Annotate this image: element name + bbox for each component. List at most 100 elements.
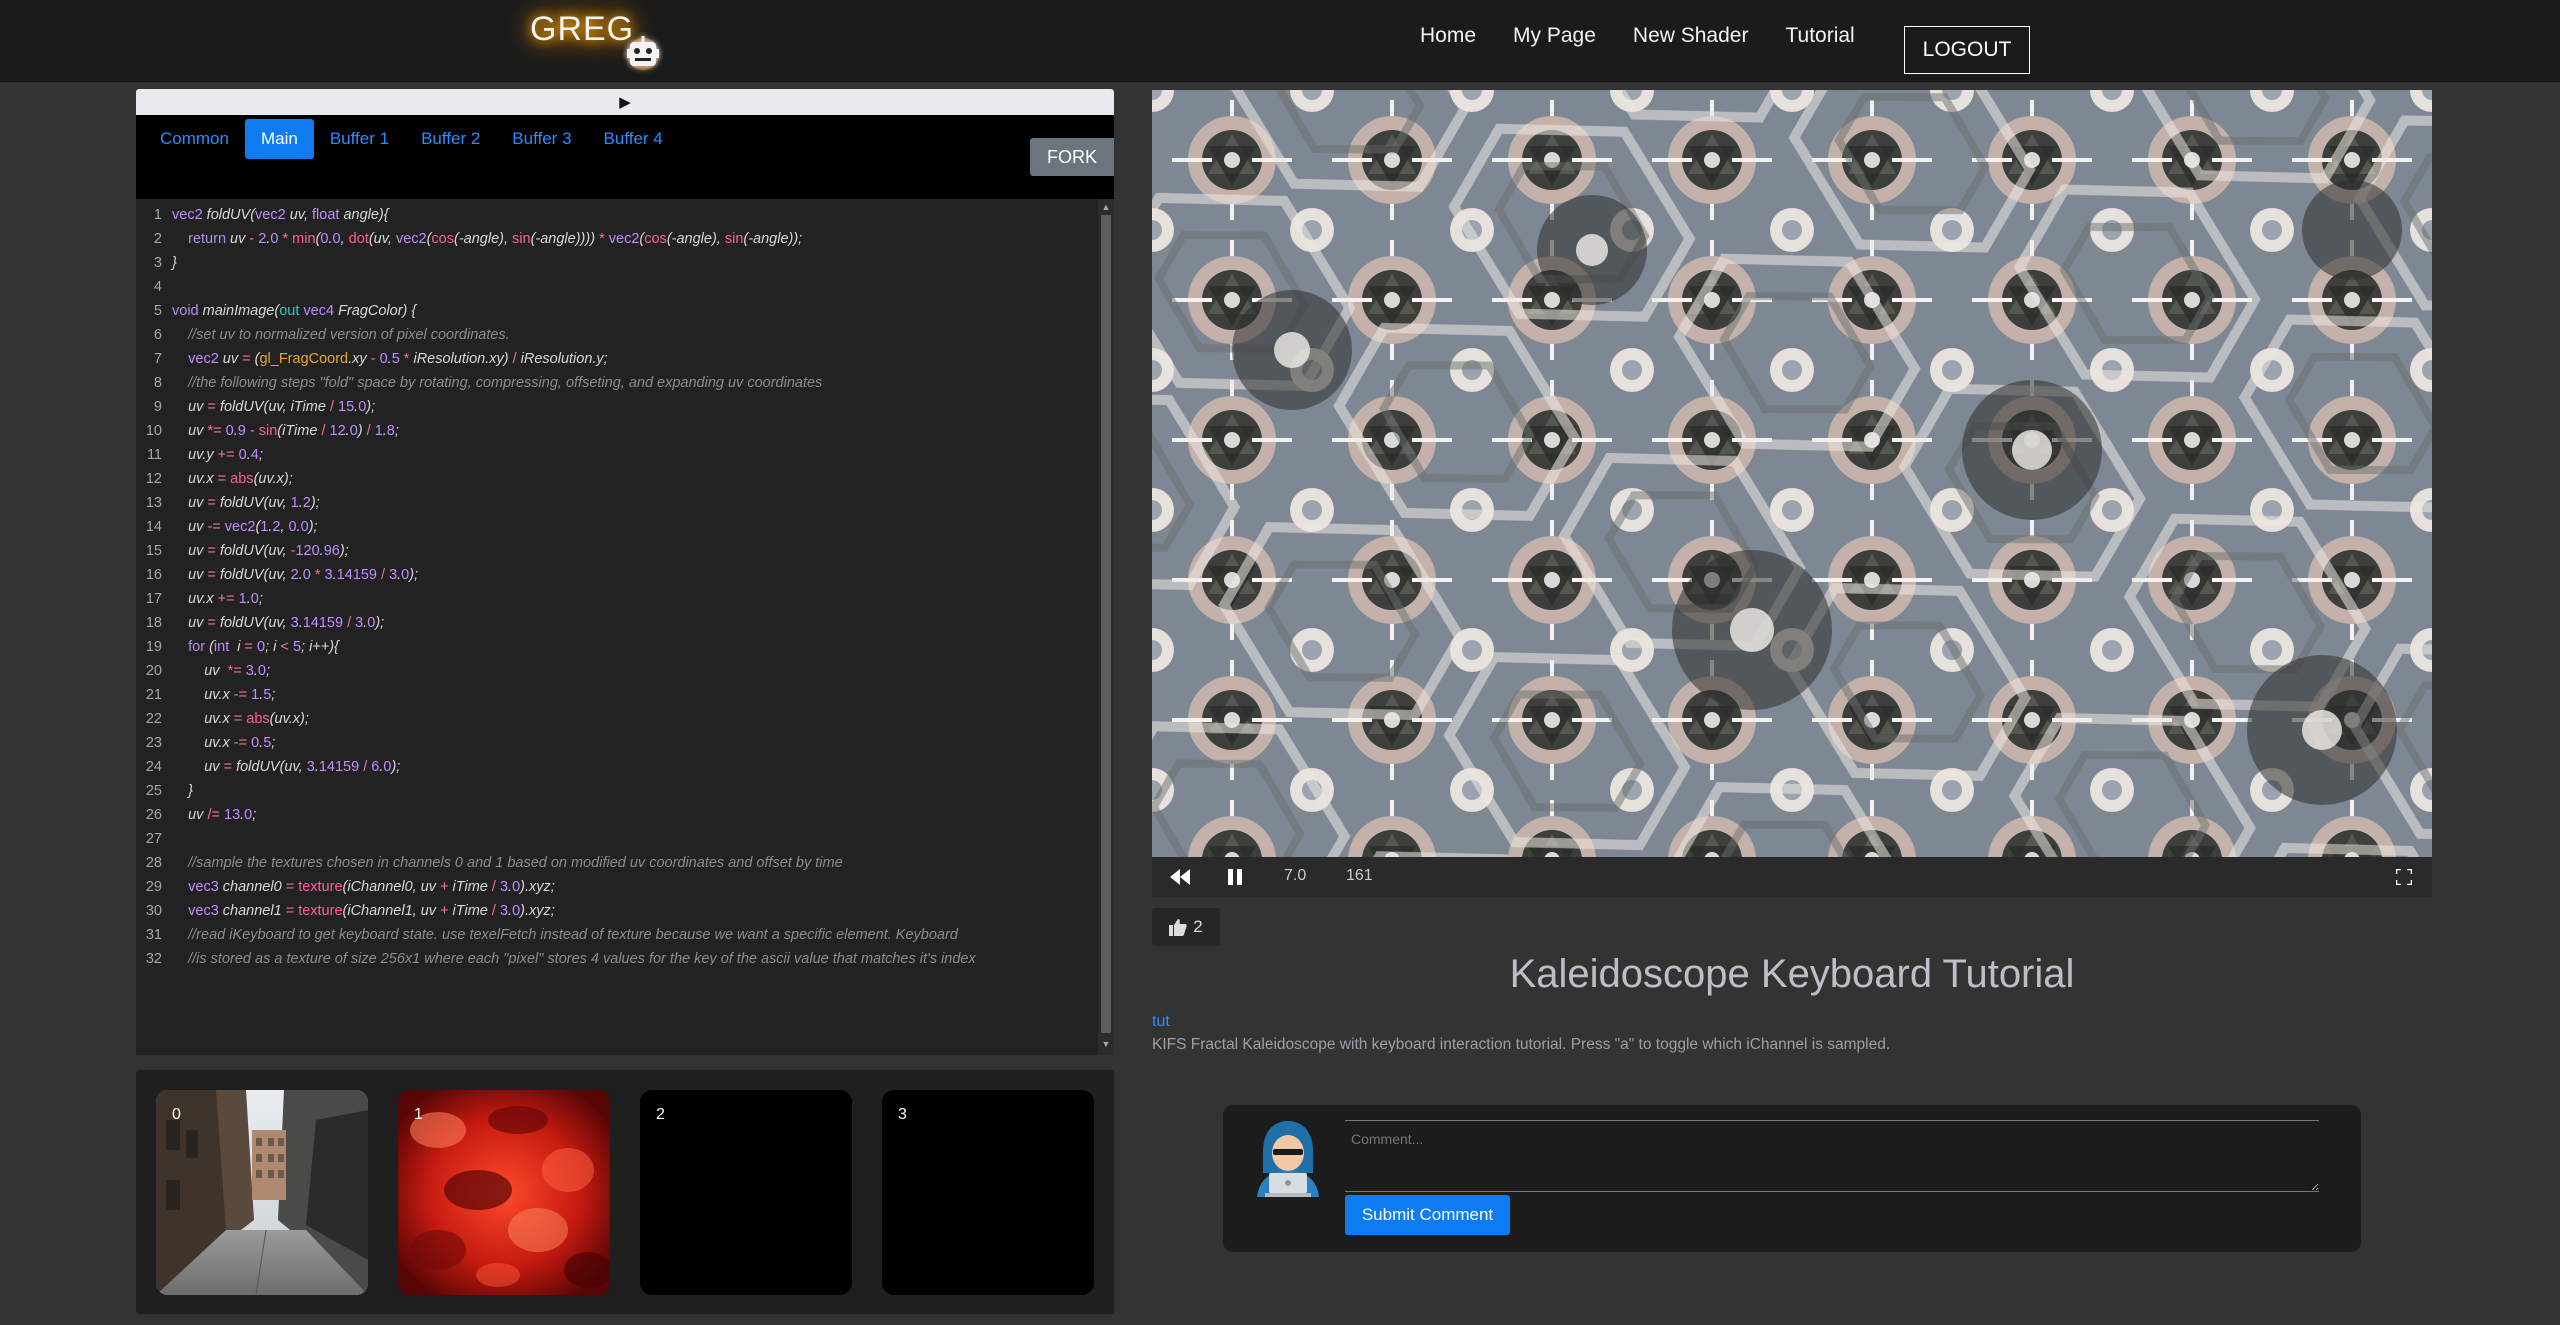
code-line[interactable]: 6 //set uv to normalized version of pixe… [136, 323, 1094, 347]
fullscreen-icon[interactable] [2396, 869, 2412, 885]
play-bar[interactable]: ▶ [136, 89, 1114, 115]
shader-canvas[interactable] [1152, 90, 2432, 857]
like-button[interactable]: 2 [1152, 908, 1220, 946]
channel-0[interactable]: 0 [156, 1090, 368, 1295]
rewind-icon[interactable] [1170, 869, 1190, 885]
code-text[interactable]: //read iKeyboard to get keyboard state. … [172, 923, 958, 947]
code-line[interactable]: 20 uv *= 3.0; [136, 659, 1094, 683]
comment-input[interactable] [1345, 1120, 2319, 1192]
nav-my-page[interactable]: My Page [1513, 24, 1596, 48]
submit-comment-button[interactable]: Submit Comment [1345, 1195, 1510, 1235]
scroll-down-icon[interactable]: ▼ [1101, 1039, 1111, 1049]
code-line[interactable]: 4 [136, 275, 1094, 299]
code-line[interactable]: 22 uv.x = abs(uv.x); [136, 707, 1094, 731]
code-editor[interactable]: 1 vec2 foldUV(vec2 uv, float angle){2 ret… [136, 199, 1114, 1055]
nav-tutorial[interactable]: Tutorial [1785, 24, 1854, 48]
code-text[interactable]: //sample the textures chosen in channels… [172, 851, 843, 875]
code-text[interactable]: uv *= 3.0; [172, 659, 270, 683]
code-line[interactable]: 2 return uv - 2.0 * min(0.0, dot(uv, vec… [136, 227, 1094, 251]
code-text[interactable]: vec3 channel1 = texture(iChannel1, uv + … [172, 899, 555, 923]
code-line[interactable]: 3} [136, 251, 1094, 275]
tab-buffer-2[interactable]: Buffer 2 [405, 119, 496, 159]
code-text[interactable]: uv.x = abs(uv.x); [172, 467, 293, 491]
code-line[interactable]: 14 uv -= vec2(1.2, 0.0); [136, 515, 1094, 539]
code-text[interactable]: uv *= 0.9 - sin(iTime / 12.0) / 1.8; [172, 419, 399, 443]
code-line[interactable]: 32 //is stored as a texture of size 256x… [136, 947, 1094, 965]
code-lines[interactable]: 1 vec2 foldUV(vec2 uv, float angle){2 ret… [136, 203, 1094, 965]
code-text[interactable]: vec2 foldUV(vec2 uv, float angle){ [172, 203, 389, 227]
code-text[interactable]: uv = foldUV(uv, 3.14159 / 3.0); [172, 611, 384, 635]
thumbs-up-icon [1169, 919, 1187, 936]
code-line[interactable]: 31 //read iKeyboard to get keyboard stat… [136, 923, 1094, 947]
tab-buffer-1[interactable]: Buffer 1 [314, 119, 405, 159]
code-line[interactable]: 8 //the following steps "fold" space by … [136, 371, 1094, 395]
code-line[interactable]: 28 //sample the textures chosen in chann… [136, 851, 1094, 875]
code-line[interactable]: 18 uv = foldUV(uv, 3.14159 / 3.0); [136, 611, 1094, 635]
code-text[interactable]: uv -= vec2(1.2, 0.0); [172, 515, 317, 539]
shader-tag[interactable]: tut [1152, 1013, 1170, 1031]
code-line[interactable]: 13 uv = foldUV(uv, 1.2); [136, 491, 1094, 515]
play-icon[interactable]: ▶ [619, 93, 631, 111]
code-line[interactable]: 15 uv = foldUV(uv, -120.96); [136, 539, 1094, 563]
code-scrollbar[interactable]: ▲ ▼ [1098, 199, 1114, 1055]
channel-2[interactable]: 2 [640, 1090, 852, 1295]
channel-1[interactable]: 1 [398, 1090, 610, 1295]
pause-icon[interactable] [1228, 869, 1242, 885]
code-line[interactable]: 19 for (int i = 0; i < 5; i++){ [136, 635, 1094, 659]
code-text[interactable]: } [172, 251, 177, 275]
code-line[interactable]: 23 uv.x -= 0.5; [136, 731, 1094, 755]
code-text[interactable]: uv = foldUV(uv, iTime / 15.0); [172, 395, 375, 419]
code-text[interactable]: vec2 uv = (gl_FragCoord.xy - 0.5 * iReso… [172, 347, 608, 371]
nav-home[interactable]: Home [1420, 24, 1476, 48]
code-line[interactable]: 1 vec2 foldUV(vec2 uv, float angle){ [136, 203, 1094, 227]
code-text[interactable]: uv = foldUV(uv, -120.96); [172, 539, 349, 563]
code-line[interactable]: 27 [136, 827, 1094, 851]
code-text[interactable]: vec3 channel0 = texture(iChannel0, uv + … [172, 875, 555, 899]
code-text[interactable]: return uv - 2.0 * min(0.0, dot(uv, vec2(… [172, 227, 802, 251]
code-line[interactable]: 5 void mainImage(out vec4 FragColor) { [136, 299, 1094, 323]
code-text[interactable]: uv.x -= 1.5; [172, 683, 275, 707]
code-text[interactable]: //is stored as a texture of size 256x1 w… [172, 947, 976, 965]
code-line[interactable]: 9 uv = foldUV(uv, iTime / 15.0); [136, 395, 1094, 419]
code-text[interactable]: uv.x = abs(uv.x); [172, 707, 309, 731]
code-text[interactable]: for (int i = 0; i < 5; i++){ [172, 635, 339, 659]
logout-button[interactable]: LOGOUT [1904, 26, 2030, 74]
code-line[interactable]: 30 vec3 channel1 = texture(iChannel1, uv… [136, 899, 1094, 923]
code-line[interactable]: 26 uv /= 13.0; [136, 803, 1094, 827]
scroll-thumb[interactable] [1101, 215, 1111, 1033]
code-line[interactable]: 11 uv.y += 0.4; [136, 443, 1094, 467]
channel-3[interactable]: 3 [882, 1090, 1094, 1295]
brand-logo[interactable]: GREG [528, 8, 678, 78]
code-text[interactable]: uv = foldUV(uv, 2.0 * 3.14159 / 3.0); [172, 563, 418, 587]
code-text[interactable]: uv = foldUV(uv, 1.2); [172, 491, 320, 515]
tab-buffer-3[interactable]: Buffer 3 [496, 119, 587, 159]
line-number: 9 [153, 399, 162, 415]
code-line[interactable]: 12 uv.x = abs(uv.x); [136, 467, 1094, 491]
code-text[interactable]: uv.x -= 0.5; [172, 731, 275, 755]
code-text[interactable]: uv = foldUV(uv, 3.14159 / 6.0); [172, 755, 400, 779]
tab-common[interactable]: Common [144, 119, 245, 159]
code-line[interactable]: 7 vec2 uv = (gl_FragCoord.xy - 0.5 * iRe… [136, 347, 1094, 371]
code-line[interactable]: 16 uv = foldUV(uv, 2.0 * 3.14159 / 3.0); [136, 563, 1094, 587]
code-line[interactable]: 10 uv *= 0.9 - sin(iTime / 12.0) / 1.8; [136, 419, 1094, 443]
code-text[interactable]: void mainImage(out vec4 FragColor) { [172, 299, 416, 323]
line-number: 28 [145, 855, 162, 871]
code-line[interactable]: 25 } [136, 779, 1094, 803]
code-text[interactable]: //set uv to normalized version of pixel … [172, 323, 510, 347]
code-text[interactable]: uv.x += 1.0; [172, 587, 263, 611]
line-number: 17 [145, 591, 162, 607]
tab-main[interactable]: Main [244, 119, 314, 159]
code-line[interactable]: 24 uv = foldUV(uv, 3.14159 / 6.0); [136, 755, 1094, 779]
code-line[interactable]: 29 vec3 channel0 = texture(iChannel0, uv… [136, 875, 1094, 899]
nav-new-shader[interactable]: New Shader [1633, 24, 1749, 48]
code-text[interactable]: } [172, 779, 193, 803]
code-line[interactable]: 17 uv.x += 1.0; [136, 587, 1094, 611]
code-text[interactable]: uv /= 13.0; [172, 803, 256, 827]
line-number: 4 [153, 279, 162, 295]
code-line[interactable]: 21 uv.x -= 1.5; [136, 683, 1094, 707]
code-text[interactable]: //the following steps "fold" space by ro… [172, 371, 822, 395]
tab-buffer-4[interactable]: Buffer 4 [588, 119, 679, 159]
scroll-up-icon[interactable]: ▲ [1101, 202, 1111, 212]
code-text[interactable]: uv.y += 0.4; [172, 443, 263, 467]
fork-button[interactable]: FORK [1030, 138, 1114, 176]
